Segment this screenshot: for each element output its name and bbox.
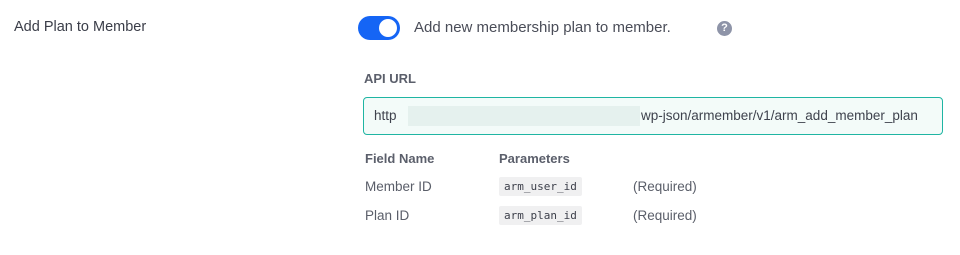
api-url-suffix: wp-json/armember/v1/arm_add_member_plan <box>641 108 918 123</box>
field-name: Plan ID <box>365 208 410 223</box>
toggle-label: Add new membership plan to member. <box>414 19 671 36</box>
field-name: Member ID <box>365 179 432 194</box>
add-plan-to-member-label: Add Plan to Member <box>14 19 147 35</box>
api-url-prefix: http <box>374 108 397 123</box>
column-header-field-name: Field Name <box>365 151 435 166</box>
add-plan-toggle[interactable] <box>358 16 400 40</box>
help-icon[interactable]: ? <box>717 21 732 36</box>
required-note: (Required) <box>633 179 697 194</box>
param-code: arm_user_id <box>499 177 582 196</box>
column-header-parameters: Parameters <box>499 151 570 166</box>
api-url-field[interactable]: http wp-json/armember/v1/arm_add_member_… <box>363 97 943 135</box>
api-url-redacted-block <box>408 106 640 126</box>
api-url-heading: API URL <box>364 71 416 86</box>
toggle-knob <box>379 19 397 37</box>
param-code: arm_plan_id <box>499 206 582 225</box>
required-note: (Required) <box>633 208 697 223</box>
